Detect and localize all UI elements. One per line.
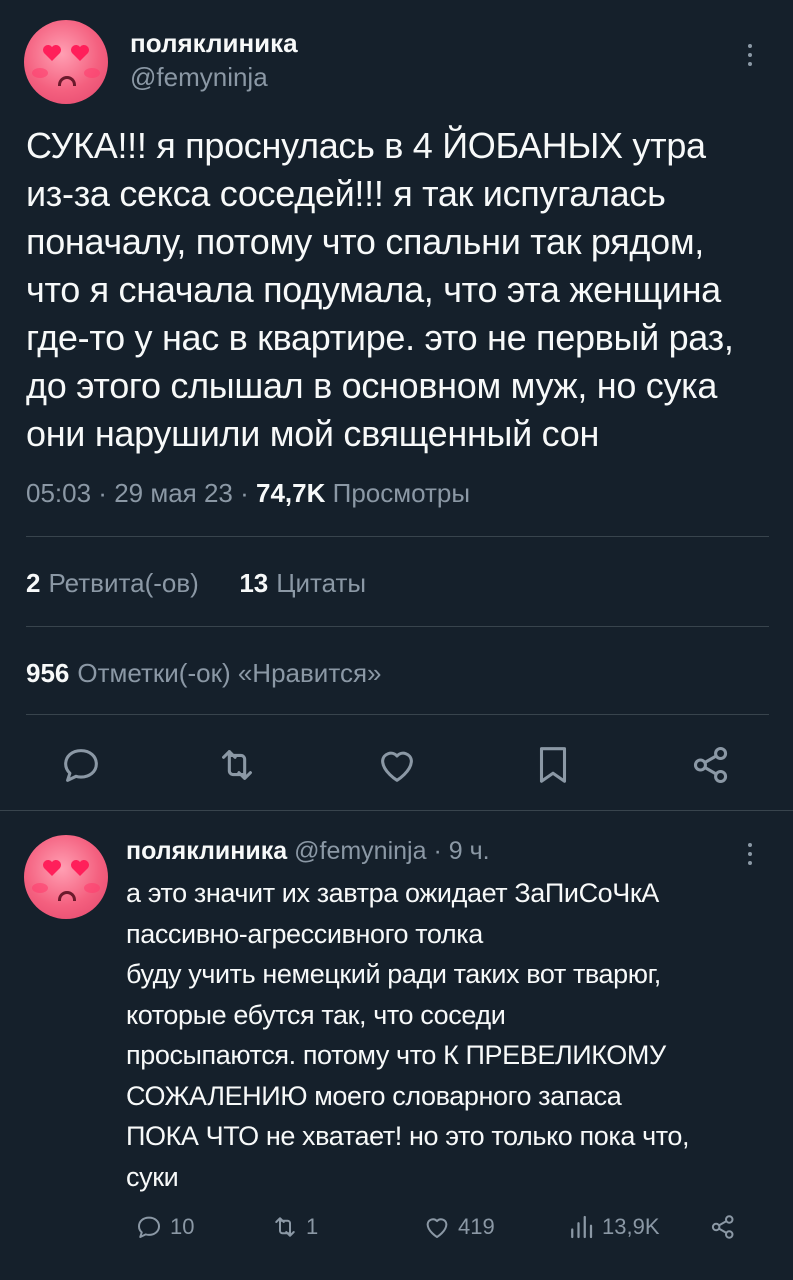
more-options-icon[interactable] (748, 44, 754, 71)
tweet-age[interactable]: 9 ч. (449, 837, 490, 865)
like-icon (426, 1218, 448, 1238)
share-button[interactable] (688, 742, 734, 788)
retweets-stat[interactable]: 2 Ретвита(-ов) (26, 568, 199, 598)
retweet-icon (275, 1217, 295, 1237)
retweet-icon (222, 750, 252, 780)
tweet-time[interactable]: 05:03 (26, 478, 91, 508)
heart-eye-icon (71, 860, 89, 876)
tweet-text: СУКА!!! я проснулась в 4 ЙОБАНЫХ утра из… (26, 125, 734, 454)
reply-button[interactable]: 10 (134, 1212, 194, 1242)
tweet-meta: 05:03 · 29 мая 23 · 74,7K Просмотры (26, 478, 471, 508)
reply-button[interactable] (58, 742, 104, 788)
avatar[interactable] (24, 835, 108, 919)
share-icon (693, 746, 728, 784)
bookmark-icon (539, 747, 567, 783)
quotes-stat[interactable]: 13 Цитаты (239, 568, 366, 598)
mouth (58, 891, 76, 901)
divider (26, 714, 769, 715)
like-icon (381, 751, 413, 782)
heart-eye-icon (43, 860, 61, 876)
avatar[interactable] (24, 20, 108, 104)
reply-count: 10 (170, 1214, 195, 1239)
like-count: 419 (458, 1214, 495, 1239)
divider (26, 626, 769, 627)
retweet-button[interactable]: 1 (270, 1212, 318, 1242)
like-button[interactable]: 419 (422, 1212, 495, 1242)
tweet-text: а это значит их завтра ожидает ЗаПиСоЧкА… (126, 878, 690, 1192)
display-name[interactable]: поляклиника (130, 28, 298, 59)
engagement-stats: 2 Ретвита(-ов) 13 Цитаты (26, 568, 366, 599)
reply-header: поляклиника @femyninja · 9 ч. (126, 837, 490, 865)
views-label: Просмотры (332, 478, 471, 508)
blush (32, 68, 48, 78)
more-options-icon[interactable] (748, 843, 754, 870)
heart-eye-icon (43, 45, 61, 61)
display-name[interactable]: поляклиника (126, 837, 287, 865)
views-button[interactable]: 13,9K (566, 1212, 660, 1242)
views-chart-icon (571, 1215, 593, 1239)
reply-icon (138, 1216, 160, 1238)
blush (84, 68, 100, 78)
like-button[interactable] (374, 742, 420, 788)
likes-stat[interactable]: 956 Отметки(-ок) «Нравится» (26, 658, 381, 689)
handle[interactable]: @femyninja (130, 62, 268, 93)
blush (32, 883, 48, 893)
views-count: 13,9K (602, 1214, 660, 1239)
retweet-button[interactable] (214, 742, 260, 788)
divider (0, 810, 793, 811)
bookmark-button[interactable] (530, 742, 576, 788)
mouth (58, 76, 76, 86)
handle[interactable]: @femyninja (294, 837, 426, 865)
share-icon (711, 1215, 734, 1239)
views-count: 74,7K (256, 478, 326, 508)
reply-icon (64, 749, 98, 782)
retweet-count: 1 (306, 1214, 319, 1239)
divider (26, 536, 769, 537)
blush (84, 883, 100, 893)
heart-eye-icon (71, 45, 89, 61)
tweet-date[interactable]: 29 мая 23 (114, 478, 233, 508)
share-button[interactable] (708, 1212, 738, 1242)
